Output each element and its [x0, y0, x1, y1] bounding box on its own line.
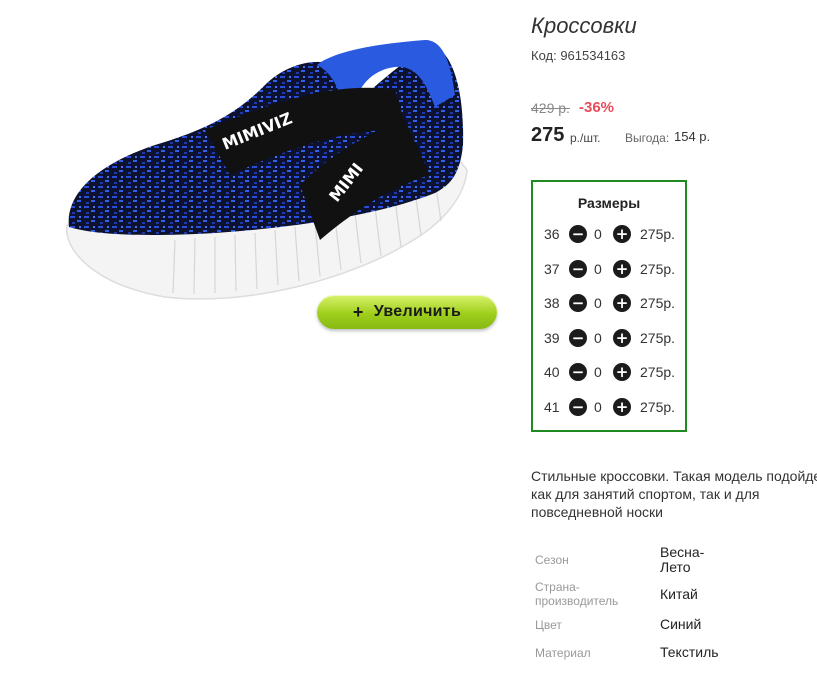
discount-badge: -36% — [579, 99, 615, 116]
size-row: 36 − 0 + 275р. — [533, 223, 685, 247]
size-price: 275р. — [640, 295, 676, 311]
product-code: Код: 961534163 — [531, 48, 626, 63]
price-unit: р./шт. — [570, 131, 601, 145]
benefit-label: Выгода: — [625, 131, 670, 145]
plus-icon[interactable]: + — [613, 398, 631, 416]
benefit-value: 154 р. — [674, 129, 711, 144]
quantity-value: 0 — [594, 261, 602, 277]
size-price: 275р. — [640, 330, 676, 346]
spec-label-color: Цвет — [535, 618, 562, 632]
quantity-value: 0 — [594, 330, 602, 346]
spec-value-line: Весна- — [660, 544, 705, 560]
sizes-title: Размеры — [577, 195, 641, 211]
size-value: 40 — [544, 364, 560, 380]
zoom-button[interactable]: + Увеличить — [317, 295, 497, 329]
plus-icon[interactable]: + — [613, 363, 631, 381]
plus-icon[interactable]: + — [613, 329, 631, 347]
quantity-value: 0 — [594, 295, 602, 311]
size-value: 38 — [544, 295, 560, 311]
spec-value-country: Китай — [660, 586, 698, 602]
size-price: 275р. — [640, 261, 676, 277]
spec-value-line: Лето — [660, 559, 691, 575]
size-row: 38 − 0 + 275р. — [533, 292, 685, 316]
plus-icon[interactable]: + — [613, 260, 631, 278]
size-value: 41 — [544, 399, 560, 415]
plus-icon[interactable]: + — [613, 294, 631, 312]
size-row: 39 − 0 + 275р. — [533, 327, 685, 351]
description-line: повседневной носки — [531, 504, 663, 520]
plus-icon: + — [352, 301, 364, 322]
spec-value-season: Весна- Лето — [660, 545, 704, 575]
size-value: 39 — [544, 330, 560, 346]
spec-label-country: Страна- производитель — [535, 580, 618, 608]
spec-label-line: производитель — [535, 594, 619, 608]
product-title: Кроссовки — [531, 13, 637, 38]
zoom-button-label: Увеличить — [373, 303, 462, 320]
minus-icon[interactable]: − — [569, 363, 587, 381]
product-image[interactable]: MIMIVIZ MIMI — [55, 35, 475, 305]
description-line: Стильные кроссовки. Такая модель подойде… — [531, 468, 817, 484]
sneaker-image: MIMIVIZ MIMI — [66, 40, 468, 300]
old-price: 429 р. — [531, 100, 570, 116]
quantity-value: 0 — [594, 364, 602, 380]
size-row: 40 − 0 + 275р. — [533, 361, 685, 385]
minus-icon[interactable]: − — [569, 329, 587, 347]
size-price: 275р. — [640, 226, 676, 242]
description-line: как для занятий спортом, так и для — [531, 486, 760, 502]
size-row: 37 − 0 + 275р. — [533, 258, 685, 282]
spec-label-material: Материал — [535, 646, 591, 660]
size-price: 275р. — [640, 364, 676, 380]
quantity-value: 0 — [594, 399, 602, 415]
size-price: 275р. — [640, 399, 676, 415]
plus-icon[interactable]: + — [613, 225, 631, 243]
quantity-value: 0 — [594, 226, 602, 242]
spec-value-color: Синий — [660, 616, 702, 632]
spec-label-season: Сезон — [535, 553, 569, 567]
spec-value-material: Текстиль — [660, 644, 719, 660]
minus-icon[interactable]: − — [569, 225, 587, 243]
size-value: 37 — [544, 261, 560, 277]
minus-icon[interactable]: − — [569, 260, 587, 278]
current-price: 275 — [531, 124, 565, 146]
sizes-panel: Размеры 36 − 0 + 275р. 37 − 0 + 275р. 38… — [531, 180, 687, 432]
size-row: 41 − 0 + 275р. — [533, 396, 685, 420]
size-value: 36 — [544, 226, 560, 242]
spec-label-line: Страна- — [535, 580, 580, 594]
minus-icon[interactable]: − — [569, 294, 587, 312]
minus-icon[interactable]: − — [569, 398, 587, 416]
product-description: Стильные кроссовки. Такая модель подойде… — [531, 467, 817, 521]
